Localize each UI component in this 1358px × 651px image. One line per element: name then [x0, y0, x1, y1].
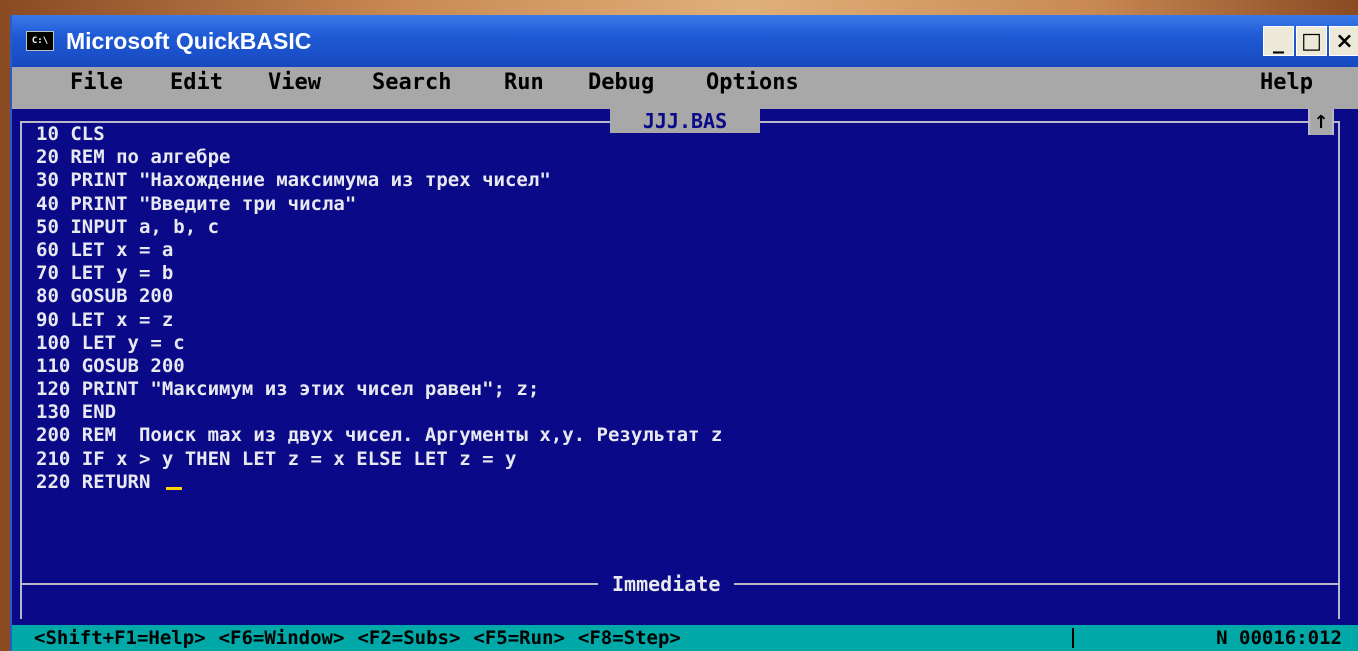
minimize-button[interactable]: _: [1263, 26, 1294, 56]
editor-frame-left: [20, 121, 22, 619]
window-title: Microsoft QuickBASIC: [66, 27, 312, 54]
quickbasic-window: C:\ Microsoft QuickBASIC _ □ × File Edit…: [10, 15, 1358, 651]
code-line[interactable]: 90 LET x = z: [36, 309, 722, 332]
menu-search[interactable]: Search: [372, 70, 451, 95]
menu-view[interactable]: View: [268, 70, 321, 95]
code-line[interactable]: 60 LET x = a: [36, 239, 722, 262]
hint-help[interactable]: <Shift+F1=Help>: [34, 627, 206, 649]
code-line[interactable]: 130 END: [36, 401, 722, 424]
code-line[interactable]: 100 LET y = c: [36, 332, 722, 355]
menu-bar: File Edit View Search Run Debug Options …: [12, 67, 1358, 109]
hint-run[interactable]: <F5=Run>: [473, 627, 565, 649]
menu-debug[interactable]: Debug: [588, 70, 654, 95]
code-line[interactable]: 70 LET y = b: [36, 262, 722, 285]
maximize-pane-arrow-icon[interactable]: ↑: [1308, 109, 1334, 135]
code-line[interactable]: 200 REM Поиск max из двух чисел. Аргумен…: [36, 424, 722, 447]
menu-run[interactable]: Run: [504, 70, 544, 95]
status-bar: <Shift+F1=Help> <F6=Window> <F2=Subs> <F…: [12, 625, 1358, 651]
text-cursor: [165, 486, 182, 490]
status-separator: [1072, 628, 1074, 648]
code-line[interactable]: 30 PRINT "Нахождение максимума из трех ч…: [36, 169, 722, 192]
code-line-current[interactable]: 220 RETURN: [36, 471, 722, 494]
console-icon[interactable]: C:\: [26, 31, 54, 51]
code-editor[interactable]: JJJ.BAS ↑ 10 CLS 20 REM по алгебре 30 PR…: [20, 109, 1352, 619]
code-line[interactable]: 120 PRINT "Максимум из этих чисел равен"…: [36, 378, 722, 401]
code-line-text: 220 RETURN: [36, 470, 162, 493]
immediate-window-title[interactable]: Immediate: [598, 570, 735, 598]
code-lines[interactable]: 10 CLS 20 REM по алгебре 30 PRINT "Нахож…: [36, 123, 722, 494]
shortcut-hints: <Shift+F1=Help> <F6=Window> <F2=Subs> <F…: [34, 625, 681, 651]
menu-help[interactable]: Help: [1260, 70, 1313, 95]
cursor-position: N 00016:012: [1216, 627, 1342, 649]
close-button[interactable]: ×: [1329, 26, 1358, 56]
hint-subs[interactable]: <F2=Subs>: [357, 627, 460, 649]
menu-edit[interactable]: Edit: [170, 70, 223, 95]
maximize-button[interactable]: □: [1296, 26, 1327, 56]
hint-window[interactable]: <F6=Window>: [219, 627, 345, 649]
code-line[interactable]: 80 GOSUB 200: [36, 285, 722, 308]
code-line[interactable]: 20 REM по алгебре: [36, 146, 722, 169]
menu-file[interactable]: File: [70, 70, 123, 95]
window-controls: _ □ ×: [1263, 26, 1358, 56]
code-line[interactable]: 10 CLS: [36, 123, 722, 146]
code-line[interactable]: 210 IF x > y THEN LET z = x ELSE LET z =…: [36, 448, 722, 471]
menu-options[interactable]: Options: [706, 70, 799, 95]
title-bar[interactable]: C:\ Microsoft QuickBASIC _ □ ×: [12, 15, 1358, 67]
code-line[interactable]: 50 INPUT a, b, c: [36, 216, 722, 239]
editor-frame-right: [1338, 121, 1340, 619]
hint-step[interactable]: <F8=Step>: [578, 627, 681, 649]
code-line[interactable]: 110 GOSUB 200: [36, 355, 722, 378]
code-line[interactable]: 40 PRINT "Введите три числа": [36, 193, 722, 216]
